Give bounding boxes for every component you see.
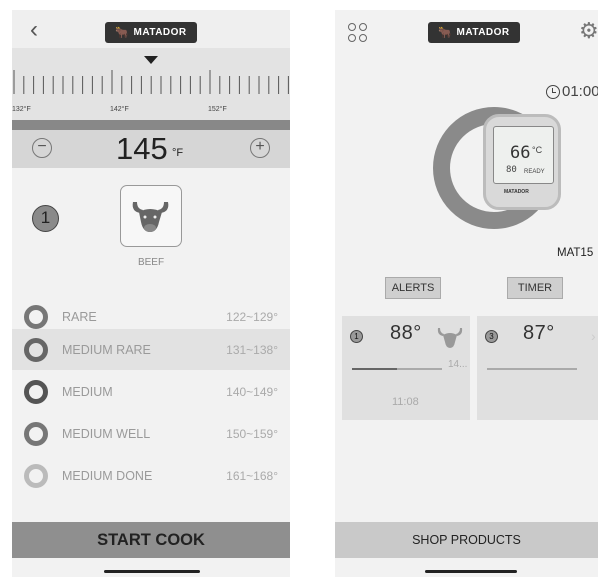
doneness-option-medium-done[interactable]: MEDIUM DONE 161~168°	[12, 455, 290, 496]
plus-icon: +	[255, 138, 265, 155]
bull-head-icon	[437, 328, 463, 348]
temperature-ruler[interactable]: 132°F 142°F 152°F	[12, 48, 290, 120]
start-cook-button[interactable]: START COOK	[12, 522, 290, 558]
doneness-name: MEDIUM RARE	[62, 343, 151, 357]
thermometer-device-image[interactable]: 66 °C 80 READY MATADOR	[483, 114, 561, 210]
ruler-label: 152°F	[208, 106, 227, 113]
back-icon[interactable]: ‹	[30, 18, 38, 42]
probe-target: 14...	[448, 359, 468, 370]
set-temperature-screen: ‹ 🐂 MATADOR 132°F 142°F 152°F − 145 °F +…	[12, 10, 290, 577]
doneness-ring-icon	[24, 338, 48, 362]
probe-card-1[interactable]: 1 88° 14... 11:08	[342, 316, 470, 420]
shop-products-button[interactable]: SHOP PRODUCTS	[335, 522, 598, 558]
doneness-name: RARE	[62, 310, 97, 324]
ruler-pointer-icon	[144, 56, 158, 64]
meat-type-button[interactable]	[120, 185, 182, 247]
probe-progress-bar	[487, 368, 577, 370]
alerts-button[interactable]: ALERTS	[385, 277, 441, 299]
menu-grid-icon[interactable]	[348, 23, 368, 43]
doneness-range: 161~168°	[226, 469, 278, 483]
home-indicator[interactable]	[425, 570, 517, 573]
doneness-range: 140~149°	[226, 385, 278, 399]
ruler-label: 132°F	[12, 106, 31, 113]
doneness-option-medium-rare[interactable]: MEDIUM RARE 131~138°	[12, 329, 290, 370]
bull-head-icon	[132, 202, 169, 232]
device-temp: 66	[510, 143, 531, 163]
device-temp-unit: °C	[532, 145, 543, 155]
home-indicator[interactable]	[104, 570, 200, 573]
doneness-ring-icon	[24, 305, 48, 329]
probe-temperature: 88°	[390, 322, 422, 344]
doneness-option-medium[interactable]: MEDIUM 140~149°	[12, 371, 290, 412]
probe-number: 1	[350, 330, 363, 343]
device-name: MAT15	[557, 247, 594, 259]
doneness-name: MEDIUM DONE	[62, 469, 153, 483]
gear-icon[interactable]: ⚙	[579, 20, 598, 42]
doneness-name: MEDIUM	[62, 385, 113, 399]
probe-progress-fill	[352, 368, 397, 370]
device-dashboard-screen: 🐂 MATADOR ⚙ 01:00 66 °C 80 READY MATADOR…	[335, 10, 598, 577]
doneness-range: 150~159°	[226, 427, 278, 441]
probe-number-badge: 1	[32, 205, 59, 232]
chevron-right-icon[interactable]: ›	[591, 328, 596, 344]
device-display: 66 °C 80 READY	[493, 126, 554, 184]
timer-readout: 01:00	[546, 83, 598, 100]
temperature-control: − 145 °F +	[12, 130, 290, 168]
probe-number: 3	[485, 330, 498, 343]
brand-logo: 🐂 MATADOR	[428, 22, 520, 43]
probe-temperature: 87°	[523, 322, 555, 344]
bull-logo-icon: 🐂	[115, 27, 130, 39]
probe-card-3[interactable]: 3 87° ›	[477, 316, 598, 420]
doneness-name: MEDIUM WELL	[62, 427, 151, 441]
ruler-label: 142°F	[110, 106, 129, 113]
ruler-ticks	[13, 70, 289, 94]
doneness-option-medium-well[interactable]: MEDIUM WELL 150~159°	[12, 413, 290, 454]
doneness-range: 131~138°	[226, 343, 278, 357]
meat-type-label: BEEF	[137, 257, 165, 268]
probe-progress-bar	[352, 368, 442, 370]
target-temperature: 145	[116, 131, 168, 166]
decrease-button[interactable]: −	[32, 138, 52, 158]
ruler-divider	[12, 120, 290, 130]
temperature-unit: °F	[172, 147, 184, 159]
timer-button[interactable]: TIMER	[507, 277, 563, 299]
increase-button[interactable]: +	[250, 138, 270, 158]
bull-logo-icon: 🐂	[438, 27, 453, 39]
doneness-range: 122~129°	[226, 310, 278, 324]
clock-icon	[546, 84, 560, 99]
minus-icon: −	[37, 138, 47, 155]
device-brand: MATADOR	[504, 189, 529, 195]
probe-time: 11:08	[392, 396, 419, 408]
doneness-ring-icon	[24, 422, 48, 446]
brand-logo: 🐂 MATADOR	[105, 22, 197, 43]
device-sub-temp: 80	[506, 165, 517, 175]
timer-value: 01:00	[562, 83, 598, 100]
device-status: READY	[524, 169, 545, 175]
header: ‹ 🐂 MATADOR	[12, 10, 290, 50]
doneness-ring-icon	[24, 380, 48, 404]
doneness-ring-icon	[24, 464, 48, 488]
